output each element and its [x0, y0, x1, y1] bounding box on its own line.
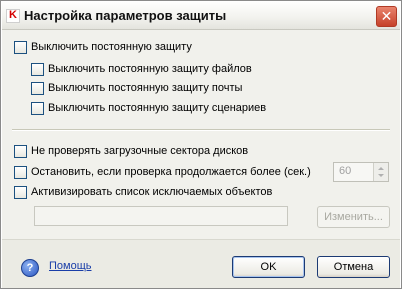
disable-file-protection-label: Выключить постоянную защиту файлов — [48, 63, 252, 75]
exclusions-field[interactable] — [34, 206, 288, 226]
disable-mail-protection-checkbox[interactable] — [31, 82, 44, 95]
timeout-spinner[interactable]: 60 — [333, 162, 389, 182]
skip-boot-sectors-checkbox[interactable] — [14, 145, 27, 158]
disable-file-protection-checkbox[interactable] — [31, 63, 44, 76]
help-link[interactable]: Помощь — [49, 260, 92, 272]
activate-exclusions-label: Активизировать список исключаемых объект… — [31, 186, 273, 198]
skip-boot-sectors-label: Не проверять загрузочные сектора дисков — [31, 145, 249, 157]
section-divider — [12, 129, 390, 131]
settings-dialog: Настройка параметров защиты ✕ Выключить … — [0, 0, 402, 289]
close-button[interactable]: ✕ — [376, 6, 397, 27]
disable-script-protection-checkbox[interactable] — [31, 102, 44, 115]
spin-up-icon[interactable] — [378, 167, 384, 170]
dialog-title: Настройка параметров защиты — [24, 8, 227, 23]
activate-exclusions-checkbox[interactable] — [14, 186, 27, 199]
change-exclusions-button[interactable]: Изменить... — [317, 206, 390, 228]
stop-if-longer-label: Остановить, если проверка продолжается б… — [31, 166, 311, 178]
stop-if-longer-checkbox[interactable] — [14, 166, 27, 179]
cancel-button[interactable]: Отмена — [317, 256, 390, 278]
kaspersky-logo-icon — [6, 9, 20, 23]
disable-script-protection-label: Выключить постоянную защиту сценариев — [48, 102, 267, 114]
disable-protection-checkbox[interactable] — [14, 41, 27, 54]
ok-button[interactable]: OK — [232, 256, 305, 278]
disable-mail-protection-label: Выключить постоянную защиту почты — [48, 82, 243, 94]
title-bar: Настройка параметров защиты ✕ — [2, 2, 400, 30]
disable-protection-label: Выключить постоянную защиту — [31, 41, 192, 53]
spinner-buttons[interactable] — [373, 163, 388, 181]
help-icon[interactable]: ? — [21, 259, 39, 277]
spin-down-icon[interactable] — [378, 174, 384, 177]
timeout-value[interactable]: 60 — [339, 165, 351, 177]
